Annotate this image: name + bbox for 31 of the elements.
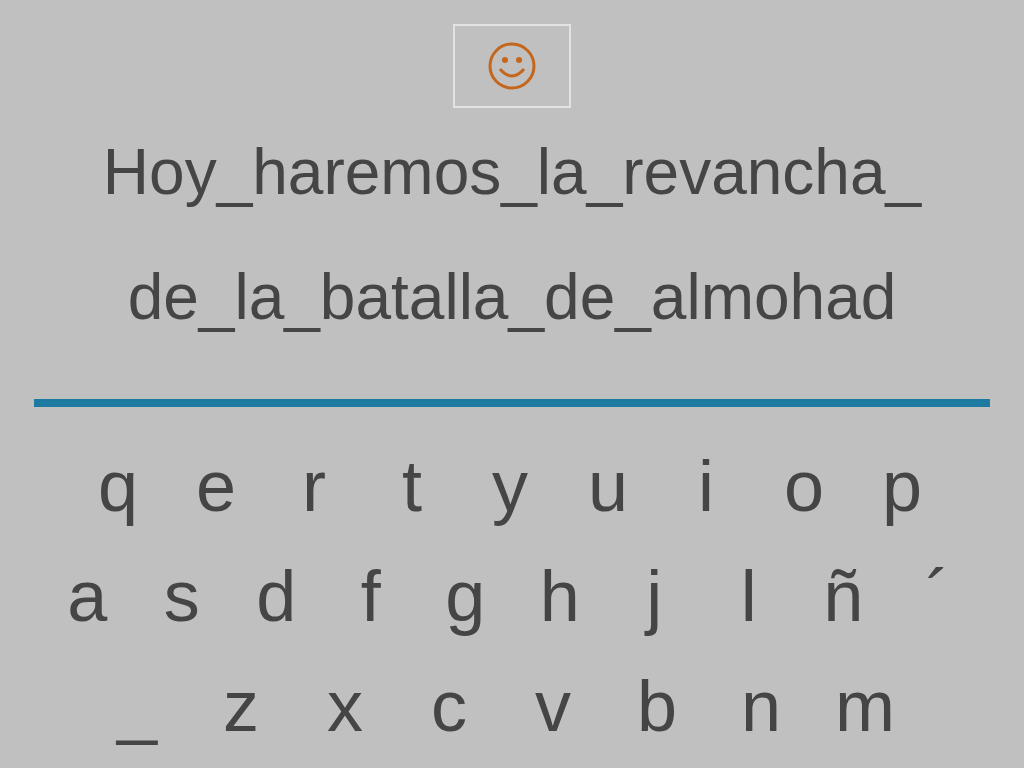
letter-key[interactable]: a xyxy=(40,556,135,636)
letter-key[interactable]: x xyxy=(293,666,397,746)
sentence-line: de_la_batalla_de_almohad xyxy=(127,261,897,333)
letter-key[interactable]: o xyxy=(755,446,853,526)
letter-key[interactable]: ´ xyxy=(890,556,985,636)
letter-key[interactable]: f xyxy=(323,556,418,636)
letter-key[interactable]: j xyxy=(607,556,702,636)
letter-key[interactable]: b xyxy=(605,666,709,746)
letter-key[interactable]: u xyxy=(559,446,657,526)
letter-key[interactable]: i xyxy=(657,446,755,526)
letter-key[interactable]: c xyxy=(397,666,501,746)
letter-key[interactable]: p xyxy=(853,446,951,526)
smiley-button[interactable] xyxy=(453,24,571,108)
letter-key[interactable]: s xyxy=(134,556,229,636)
letter-key[interactable]: n xyxy=(709,666,813,746)
letter-key[interactable]: z xyxy=(189,666,293,746)
letter-key[interactable]: v xyxy=(501,666,605,746)
letter-key[interactable]: m xyxy=(813,666,917,746)
letter-key[interactable]: d xyxy=(229,556,324,636)
letter-key[interactable]: t xyxy=(363,446,461,526)
letter-key[interactable]: q xyxy=(69,446,167,526)
sentence-line: Hoy_haremos_la_revancha_ xyxy=(102,136,922,208)
letter-key[interactable]: g xyxy=(418,556,513,636)
letter-key[interactable]: l xyxy=(701,556,796,636)
letter-key[interactable]: _ xyxy=(85,666,189,746)
letter-key[interactable]: y xyxy=(461,446,559,526)
letter-key[interactable]: e xyxy=(167,446,265,526)
smiley-icon xyxy=(487,41,537,91)
letter-key[interactable]: h xyxy=(512,556,607,636)
letter-key[interactable]: ñ xyxy=(796,556,891,636)
letter-key[interactable]: r xyxy=(265,446,363,526)
